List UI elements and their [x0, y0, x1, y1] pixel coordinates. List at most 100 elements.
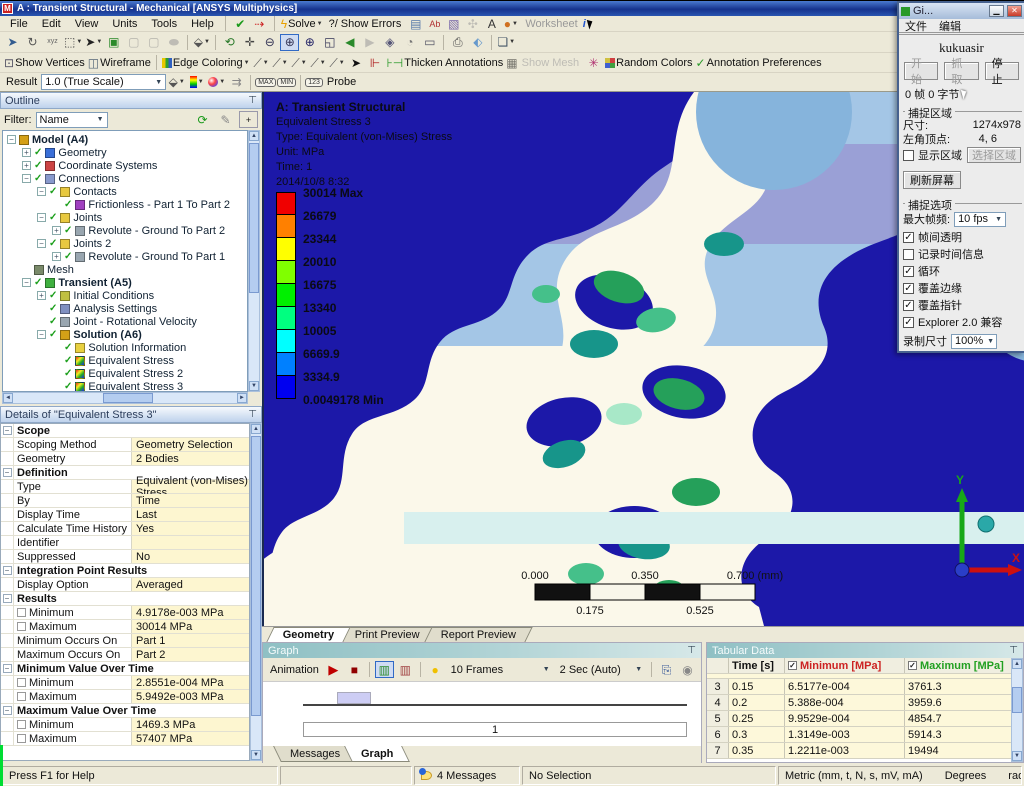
option-checkbox[interactable]: ✓	[903, 283, 914, 294]
expander-icon[interactable]: +	[37, 291, 46, 300]
collapse-icon[interactable]: −	[3, 706, 12, 715]
details-section-row[interactable]: −Scope	[1, 424, 249, 438]
tree-horizontal-scrollbar[interactable]: ◄ ►	[2, 392, 248, 404]
status-messages[interactable]: 4 Messages	[414, 766, 520, 785]
details-value[interactable]: Part 1	[132, 634, 249, 647]
pin-icon[interactable]: ⊤	[687, 645, 696, 656]
graph-body[interactable]: 1	[263, 682, 701, 746]
details-row[interactable]: SuppressedNo	[1, 550, 249, 564]
stacked-chart-button[interactable]: ▥	[396, 661, 415, 678]
time-cell[interactable]: 0.25	[729, 711, 785, 726]
expander-icon[interactable]: −	[37, 330, 46, 339]
details-row[interactable]: TypeEquivalent (von-Mises) Stress	[1, 480, 249, 494]
expander-icon[interactable]: −	[7, 135, 16, 144]
pin-icon[interactable]: ⊤	[248, 95, 257, 106]
distributed-chart-button[interactable]: ▥	[375, 661, 394, 678]
animation-progress-cell[interactable]	[337, 692, 371, 704]
tree-item[interactable]: +✓Coordinate Systems	[3, 159, 247, 172]
option-checkbox[interactable]: ✓	[903, 232, 914, 243]
extend-selection-icon[interactable]: ⬬	[164, 34, 183, 51]
edge-option-1-icon[interactable]: ⟋▼	[252, 54, 271, 71]
grab-button[interactable]: 抓取	[944, 62, 978, 80]
details-section-row[interactable]: −Results	[1, 592, 249, 606]
edge-option-4-icon[interactable]: ⟋▼	[309, 54, 328, 71]
flat-display-button[interactable]: ⇉	[227, 74, 246, 91]
menu-edit[interactable]: Edit	[36, 17, 67, 31]
pin-dart-icon[interactable]: ➤	[347, 54, 366, 71]
menu-help[interactable]: Help	[185, 17, 220, 31]
details-value[interactable]: Geometry Selection	[132, 438, 249, 451]
image-tag-icon[interactable]: ⬖	[468, 34, 487, 51]
chart-page-icon[interactable]: ▧	[444, 15, 463, 32]
details-value[interactable]	[132, 536, 249, 549]
collapse-icon[interactable]: −	[3, 426, 12, 435]
details-value[interactable]: 1469.3 MPa	[132, 718, 249, 731]
angle-unit[interactable]: Degrees	[945, 770, 987, 782]
collapse-icon[interactable]: −	[3, 566, 12, 575]
tree-item[interactable]: ✓Solution Information	[3, 341, 247, 354]
filter-name-combo[interactable]: Name▼	[36, 112, 108, 128]
capture-tool-window[interactable]: Gi... ▁ ✕ 文件编辑 kukuasir 开始 抓取 停止 0 帧 0 字…	[897, 1, 1024, 353]
tree-item[interactable]: ✓Frictionless - Part 1 To Part 2	[3, 198, 247, 211]
details-row[interactable]: Minimum1469.3 MPa	[1, 718, 249, 732]
expand-all-icon[interactable]: +	[239, 111, 258, 128]
outline-header[interactable]: Outline ⊤	[0, 92, 262, 109]
tree-item[interactable]: −✓Solution (A6)	[3, 328, 247, 341]
tree-item[interactable]: −Model (A4)	[3, 133, 247, 146]
maximum-cell[interactable]: 19494	[905, 743, 1011, 758]
details-vertical-scrollbar[interactable]: ▲ ▼	[250, 423, 262, 761]
show-vertices-button[interactable]: ⊡Show Vertices	[3, 54, 86, 71]
tree-item[interactable]: ✓Equivalent Stress 3	[3, 380, 247, 392]
minimum-cell[interactable]: 6.5177e-004	[785, 679, 905, 694]
details-section-row[interactable]: −Integration Point Results	[1, 564, 249, 578]
pan-tool-icon[interactable]: ✛	[240, 34, 259, 51]
details-value[interactable]: No	[132, 550, 249, 563]
refresh-screen-button[interactable]: 刷新屏幕	[903, 171, 961, 189]
table-row[interactable]: 60.31.3149e-0035914.3	[707, 727, 1011, 743]
expander-icon[interactable]: +	[52, 226, 61, 235]
selection-filter-icon[interactable]: ➤	[3, 34, 22, 51]
details-value[interactable]: 2.8551e-004 MPa	[132, 676, 249, 689]
text-a-icon[interactable]: A	[482, 15, 501, 32]
new-report-icon[interactable]: ▤	[406, 15, 425, 32]
expander-icon[interactable]: +	[22, 148, 31, 157]
details-row[interactable]: Calculate Time HistoryYes	[1, 522, 249, 536]
details-value[interactable]: Averaged	[132, 578, 249, 591]
table-row[interactable]: 50.259.9529e-0044854.7	[707, 711, 1011, 727]
maximum-cell[interactable]: 5914.3	[905, 727, 1011, 742]
capture-menu-文件[interactable]: 文件	[905, 18, 927, 34]
minimize-button[interactable]: ▁	[989, 5, 1004, 17]
tree-item[interactable]: ✓Equivalent Stress	[3, 354, 247, 367]
tree-item[interactable]: +✓Revolute - Ground To Part 1	[3, 250, 247, 263]
refresh-tree-icon[interactable]: ⟳	[193, 111, 212, 128]
menu-file[interactable]: File	[4, 17, 34, 31]
next-view-icon[interactable]: ▶	[360, 34, 379, 51]
minimum-column-header[interactable]: ✓Minimum [MPa]	[785, 658, 905, 673]
details-value[interactable]: Equivalent (von-Mises) Stress	[132, 480, 249, 493]
result-scale-combo[interactable]: 1.0 (True Scale)▼	[41, 74, 166, 90]
show-region-checkbox[interactable]	[903, 150, 914, 161]
tree-item[interactable]: ✓Analysis Settings	[3, 302, 247, 315]
show-mesh-button[interactable]: ▦Show Mesh	[505, 54, 583, 71]
route-dots-icon[interactable]: ⇢	[250, 15, 269, 32]
pin-icon[interactable]: ⊤	[1009, 645, 1018, 656]
thicken-annotations-button[interactable]: ⊦⊣Thicken Annotations	[386, 54, 505, 71]
zoom-magnify-icon[interactable]: ⊕	[300, 34, 319, 51]
play-button[interactable]: ▶	[324, 661, 343, 678]
collapse-icon[interactable]: −	[3, 468, 12, 477]
details-row[interactable]: Maximum5.9492e-003 MPa	[1, 690, 249, 704]
check-circle-icon[interactable]: ✔	[231, 15, 250, 32]
tree-item[interactable]: −✓Joints	[3, 211, 247, 224]
max-probe-button[interactable]: MAX	[255, 78, 276, 87]
duration-combo[interactable]: 2 Sec (Auto)▼	[556, 662, 647, 678]
min-probe-button[interactable]: MIN	[277, 78, 296, 87]
select-edge-icon[interactable]: ▢	[144, 34, 163, 51]
fps-combo[interactable]: 10 fps▼	[954, 212, 1006, 227]
details-value[interactable]: Part 2	[132, 648, 249, 661]
smooth-contour-button[interactable]: ▼	[207, 74, 226, 91]
tree-item[interactable]: ✓Equivalent Stress 2	[3, 367, 247, 380]
tab-geometry[interactable]: Geometry	[266, 627, 351, 642]
option-checkbox[interactable]: ✓	[903, 300, 914, 311]
details-row[interactable]: Minimum4.9178e-003 MPa	[1, 606, 249, 620]
edge-option-2-icon[interactable]: ⟋▼	[271, 54, 290, 71]
